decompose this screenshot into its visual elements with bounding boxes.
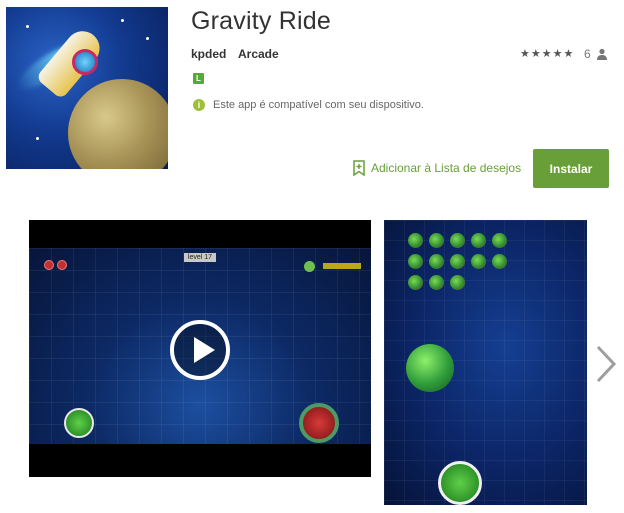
- mini-planet-graphic: [408, 254, 423, 269]
- star-graphic: [146, 37, 149, 40]
- target-planet-graphic: [299, 403, 339, 443]
- mini-planet-graphic: [471, 254, 486, 269]
- mini-planet-graphic: [450, 275, 465, 290]
- play-icon: [194, 337, 215, 363]
- pause-icon: [304, 261, 315, 272]
- bookmark-add-icon: [353, 160, 365, 176]
- content-rating-badge: L: [193, 73, 204, 84]
- rocket-launch-graphic: [64, 408, 94, 438]
- star-rating: ★★★★★: [520, 48, 575, 60]
- developer-link[interactable]: kpded: [191, 47, 226, 61]
- star-graphic: [121, 19, 124, 22]
- app-icon-image: [6, 7, 168, 169]
- green-planet-graphic: [406, 344, 454, 392]
- chevron-right-icon[interactable]: [594, 344, 618, 384]
- play-video-button[interactable]: [170, 320, 230, 380]
- mini-planet-graphic: [450, 233, 465, 248]
- screenshot-video[interactable]: level 17: [29, 220, 371, 477]
- wishlist-label: Adicionar à Lista de desejos: [371, 161, 522, 175]
- app-title: Gravity Ride: [191, 7, 331, 35]
- mini-planet-graphic: [408, 275, 423, 290]
- rating-count: 6: [584, 47, 591, 61]
- mini-planet-graphic: [492, 254, 507, 269]
- mini-planet-graphic: [471, 233, 486, 248]
- mini-planet-graphic: [429, 254, 444, 269]
- star-graphic: [36, 137, 39, 140]
- wishlist-button[interactable]: Adicionar à Lista de desejos: [353, 158, 521, 178]
- level-label: level 17: [184, 253, 216, 262]
- info-icon: i: [193, 99, 205, 111]
- category-link[interactable]: Arcade: [238, 47, 279, 61]
- mini-planet-graphic: [492, 233, 507, 248]
- compatibility-text: Este app é compatível com seu dispositiv…: [213, 99, 424, 111]
- screenshot-image[interactable]: [384, 220, 587, 505]
- planet-graphic: [68, 79, 168, 169]
- mini-planet-graphic: [429, 233, 444, 248]
- mini-planet-graphic: [429, 275, 444, 290]
- star-graphic: [26, 25, 29, 28]
- life-indicator: [57, 260, 67, 270]
- install-button[interactable]: Instalar: [533, 149, 609, 188]
- person-icon: [597, 48, 607, 60]
- rocket-window-graphic: [72, 49, 98, 75]
- fuel-bar: [323, 263, 361, 269]
- mini-planet-graphic: [450, 254, 465, 269]
- mini-planet-graphic: [408, 233, 423, 248]
- rocket-launch-graphic: [438, 461, 482, 505]
- life-indicator: [44, 260, 54, 270]
